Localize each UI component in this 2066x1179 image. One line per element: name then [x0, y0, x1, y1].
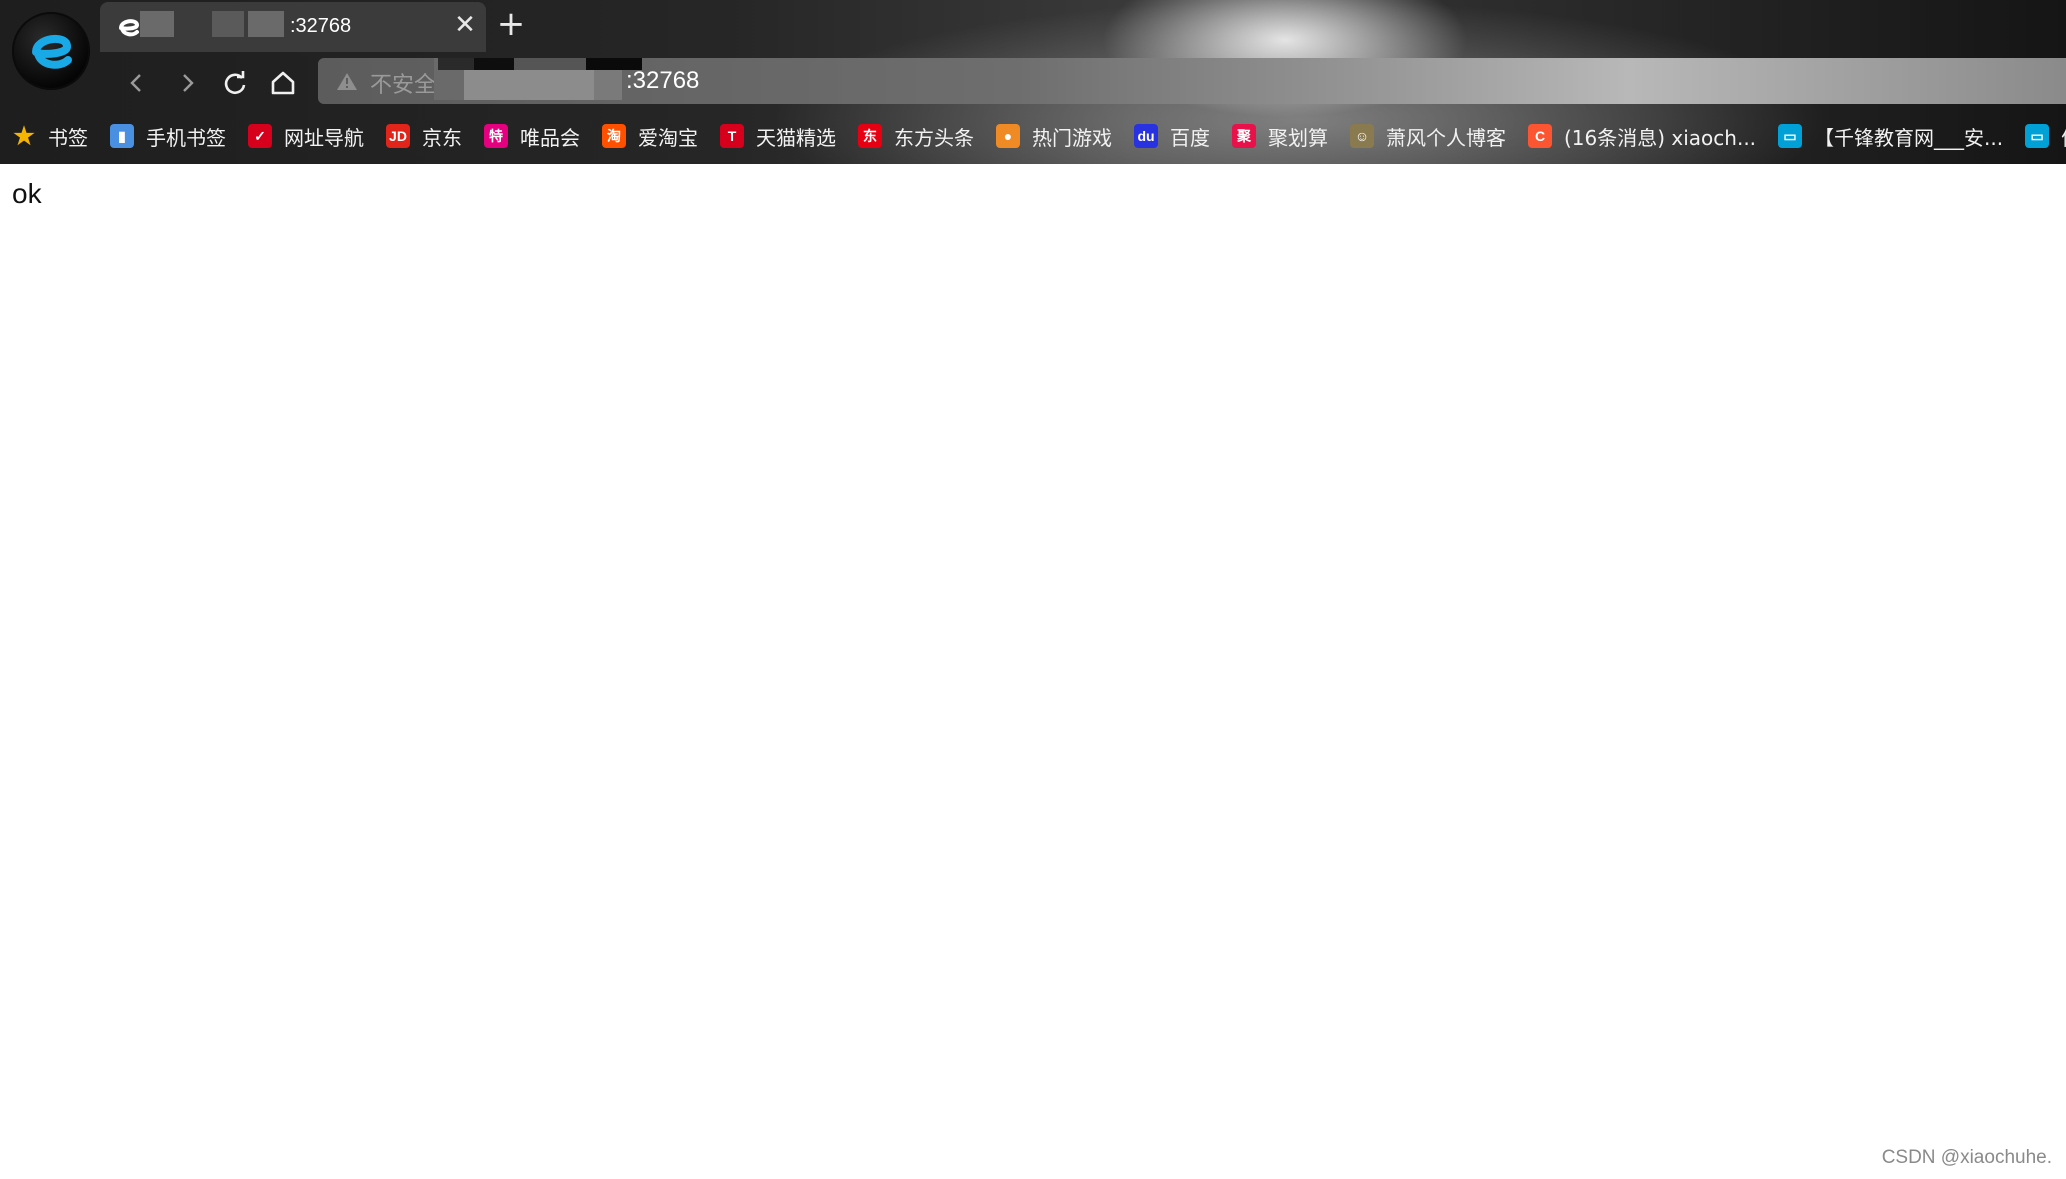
- redacted-block: [438, 58, 474, 70]
- csdn-icon: C: [1528, 124, 1552, 148]
- watermark: CSDN @xiaochuhe.: [1881, 1147, 2052, 1168]
- bookmark-item[interactable]: ☺ 萧风个人博客: [1338, 116, 1516, 156]
- redacted-block: [514, 58, 586, 70]
- browser-favicon-icon: [119, 19, 140, 37]
- phone-bookmark-icon: ▮: [110, 124, 134, 148]
- bookmark-item[interactable]: ▭信: [2013, 116, 2066, 156]
- bookmark-label: 东方头条: [894, 125, 974, 150]
- bookmark-item[interactable]: du 百度: [1122, 116, 1220, 156]
- bookmark-label: 百度: [1170, 125, 1210, 150]
- browser-chrome: :32768 ✕ + 不安全 :32768 ★ 书签 ▮ 手机书签 ✓ 网址导航…: [0, 0, 2066, 164]
- security-status-label: 不安全: [370, 73, 437, 98]
- bookmark-item[interactable]: ▮ 手机书签: [98, 116, 236, 156]
- reload-button[interactable]: [218, 66, 252, 100]
- url-text: :32768: [626, 67, 700, 94]
- blog-avatar-icon: ☺: [1350, 124, 1374, 148]
- bookmark-label: 网址导航: [284, 125, 364, 150]
- site-nav-icon: ✓: [248, 124, 272, 148]
- chevron-left-icon: [130, 74, 141, 92]
- star-icon: ★: [13, 122, 35, 150]
- jd-icon: JD: [386, 124, 410, 148]
- bookmark-item[interactable]: JD 京东: [374, 116, 472, 156]
- bookmark-label: 京东: [422, 125, 462, 150]
- taobao-icon: 淘: [602, 124, 626, 148]
- bookmark-label: (16条消息) xiaoch...: [1564, 125, 1757, 150]
- redacted-block: [474, 58, 514, 70]
- warning-icon: [337, 73, 357, 90]
- bookmarks-bar: ★ 书签 ▮ 手机书签 ✓ 网址导航 JD 京东特唯品会淘爱淘宝 T 天猫精选东东方头条 ● 热门游戏…: [0, 110, 2066, 162]
- address-bar[interactable]: 不安全 :32768: [318, 58, 2066, 104]
- bookmark-label: 爱淘宝: [638, 125, 698, 150]
- bookmark-label: 热门游戏: [1032, 125, 1112, 150]
- redacted-block: [212, 11, 244, 37]
- bookmark-label: 天猫精选: [756, 125, 836, 150]
- browser-logo-icon[interactable]: [12, 12, 90, 90]
- bookmark-item[interactable]: 特唯品会: [472, 116, 590, 156]
- tmall-icon: T: [720, 124, 744, 148]
- back-button[interactable]: [120, 66, 154, 100]
- bookmark-item[interactable]: T 天猫精选: [708, 116, 846, 156]
- bookmark-item[interactable]: ▭ 【千锋教育网___安...: [1766, 116, 2013, 156]
- bookmark-item[interactable]: 淘爱淘宝: [590, 116, 708, 156]
- bookmark-label: 唯品会: [520, 125, 580, 150]
- dftt-icon: 东: [858, 124, 882, 148]
- bookmark-label: 【千锋教育网___安...: [1814, 125, 2004, 150]
- redacted-block: [594, 70, 622, 100]
- bookmark-item[interactable]: 东东方头条: [846, 116, 984, 156]
- game-icon: ●: [996, 124, 1020, 148]
- bookmark-item[interactable]: ✓ 网址导航: [236, 116, 374, 156]
- new-tab-button[interactable]: +: [496, 7, 526, 41]
- home-button[interactable]: [266, 66, 300, 100]
- bookmark-label: 萧风个人博客: [1386, 125, 1506, 150]
- bilibili-icon: ▭: [2025, 124, 2050, 148]
- home-icon: [271, 71, 295, 95]
- reload-icon: [224, 71, 246, 95]
- bookmark-label: 信: [2061, 122, 2066, 151]
- bookmark-label: 手机书签: [146, 125, 226, 150]
- page-body-text: ok: [12, 178, 42, 209]
- redacted-block: [464, 70, 594, 100]
- bookmark-label: 书签: [48, 125, 88, 150]
- bilibili-icon: ▭: [1778, 124, 1803, 148]
- bookmark-item[interactable]: 聚聚划算: [1220, 116, 1338, 156]
- bookmark-item[interactable]: C (16条消息) xiaoch...: [1516, 116, 1766, 156]
- redacted-block: [140, 11, 174, 37]
- close-tab-icon[interactable]: ✕: [452, 12, 478, 38]
- baidu-icon: du: [1134, 124, 1158, 148]
- bookmark-label: 聚划算: [1268, 125, 1328, 150]
- bookmark-item[interactable]: ★ 书签: [0, 116, 98, 156]
- redacted-block: [248, 11, 284, 37]
- bookmark-item[interactable]: ● 热门游戏: [984, 116, 1122, 156]
- chevron-right-icon: [183, 74, 194, 92]
- tab-title: :32768: [290, 15, 352, 37]
- vip-icon: 特: [484, 124, 508, 148]
- active-tab[interactable]: :32768 ✕: [100, 2, 486, 52]
- forward-button[interactable]: [170, 66, 204, 100]
- juhuasuan-icon: 聚: [1232, 124, 1256, 148]
